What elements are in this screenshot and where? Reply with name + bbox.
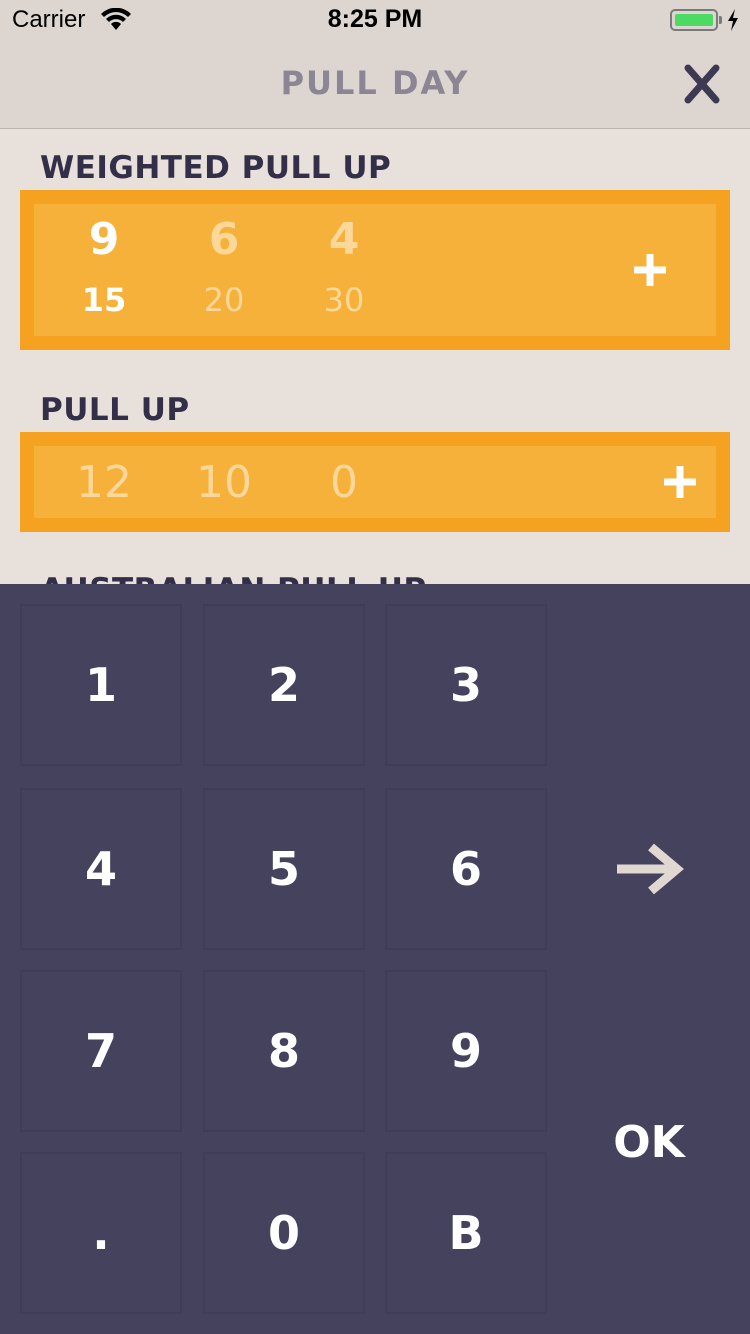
plus-icon[interactable] <box>660 462 700 502</box>
close-icon[interactable] <box>676 62 728 106</box>
set-1[interactable]: 12 <box>44 461 164 505</box>
key-0[interactable]: 0 <box>203 1152 365 1314</box>
battery-icon <box>670 9 718 31</box>
key-6[interactable]: 6 <box>385 788 547 950</box>
exercise-title: WEIGHTED PULL UP <box>40 150 392 186</box>
set-1[interactable]: 9 15 <box>44 214 164 319</box>
set-reps: 6 <box>208 214 240 265</box>
set-reps: 4 <box>328 214 360 265</box>
charging-bolt-icon <box>728 9 738 31</box>
key-8[interactable]: 8 <box>203 970 365 1132</box>
set-reps: 9 <box>88 214 120 265</box>
page-title: PULL DAY <box>280 64 470 102</box>
set-3[interactable]: 0 <box>284 461 404 505</box>
set-reps: 0 <box>330 457 358 508</box>
battery-nub <box>719 16 722 24</box>
ok-button[interactable]: OK <box>568 970 730 1314</box>
set-weight: 15 <box>81 281 127 319</box>
set-reps: 12 <box>76 457 132 508</box>
key-1[interactable]: 1 <box>20 604 182 766</box>
set-3[interactable]: 4 30 <box>284 214 404 319</box>
set-2[interactable]: 10 <box>164 461 284 505</box>
exercise-title: PULL UP <box>40 392 190 428</box>
exercise-card-weighted-pull-up[interactable]: 9 15 6 20 4 30 <box>20 190 730 350</box>
numeric-keypad: 1 2 3 4 5 6 7 8 9 . 0 B OK <box>0 584 750 1334</box>
key-9[interactable]: 9 <box>385 970 547 1132</box>
next-button[interactable] <box>568 788 730 950</box>
key-2[interactable]: 2 <box>203 604 365 766</box>
key-7[interactable]: 7 <box>20 970 182 1132</box>
status-bar: Carrier 8:25 PM <box>0 0 750 40</box>
set-reps: 10 <box>196 457 252 508</box>
nav-bar: PULL DAY <box>0 40 750 129</box>
set-weight: 30 <box>323 281 365 319</box>
arrow-right-icon <box>617 843 684 895</box>
key-decimal[interactable]: . <box>20 1152 182 1314</box>
key-backspace[interactable]: B <box>385 1152 547 1314</box>
set-weight: 20 <box>203 281 245 319</box>
key-5[interactable]: 5 <box>203 788 365 950</box>
key-4[interactable]: 4 <box>20 788 182 950</box>
clock: 8:25 PM <box>327 5 423 33</box>
set-2[interactable]: 6 20 <box>164 214 284 319</box>
exercise-card-pull-up[interactable]: 12 10 0 <box>20 432 730 532</box>
key-3[interactable]: 3 <box>385 604 547 766</box>
plus-icon[interactable] <box>630 250 670 290</box>
